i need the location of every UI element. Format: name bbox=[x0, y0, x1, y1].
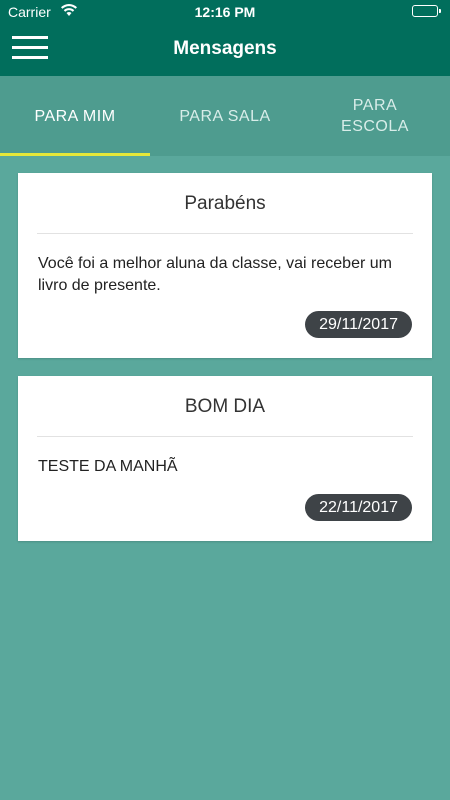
page-title: Mensagens bbox=[173, 38, 277, 59]
tab-para-escola[interactable]: PARA ESCOLA bbox=[300, 76, 450, 156]
tab-label: PARA MIM bbox=[34, 107, 116, 125]
tab-label: PARA SALA bbox=[179, 107, 271, 125]
active-tab-indicator bbox=[0, 153, 150, 156]
message-title: BOM DIA bbox=[37, 376, 413, 437]
battery-icon bbox=[412, 5, 441, 17]
date-badge: 29/11/2017 bbox=[305, 311, 412, 338]
tab-para-mim[interactable]: PARA MIM bbox=[0, 76, 150, 156]
date-badge: 22/11/2017 bbox=[305, 494, 412, 521]
tab-para-sala[interactable]: PARA SALA bbox=[150, 76, 300, 156]
message-body: Você foi a melhor aluna da classe, vai r… bbox=[38, 255, 392, 294]
tab-bar: PARA MIM PARA SALA PARA ESCOLA bbox=[0, 76, 450, 156]
message-card[interactable]: BOM DIA TESTE DA MANHÃ 22/11/2017 bbox=[18, 376, 432, 541]
message-card[interactable]: Parabéns Você foi a melhor aluna da clas… bbox=[18, 173, 432, 358]
message-title: Parabéns bbox=[37, 173, 413, 234]
status-time: 12:16 PM bbox=[194, 4, 256, 20]
nav-bar: Mensagens bbox=[0, 24, 450, 76]
tab-label: PARA ESCOLA bbox=[341, 97, 409, 135]
status-bar: Carrier 12:16 PM bbox=[0, 0, 450, 24]
message-body: TESTE DA MANHÃ bbox=[38, 458, 178, 475]
